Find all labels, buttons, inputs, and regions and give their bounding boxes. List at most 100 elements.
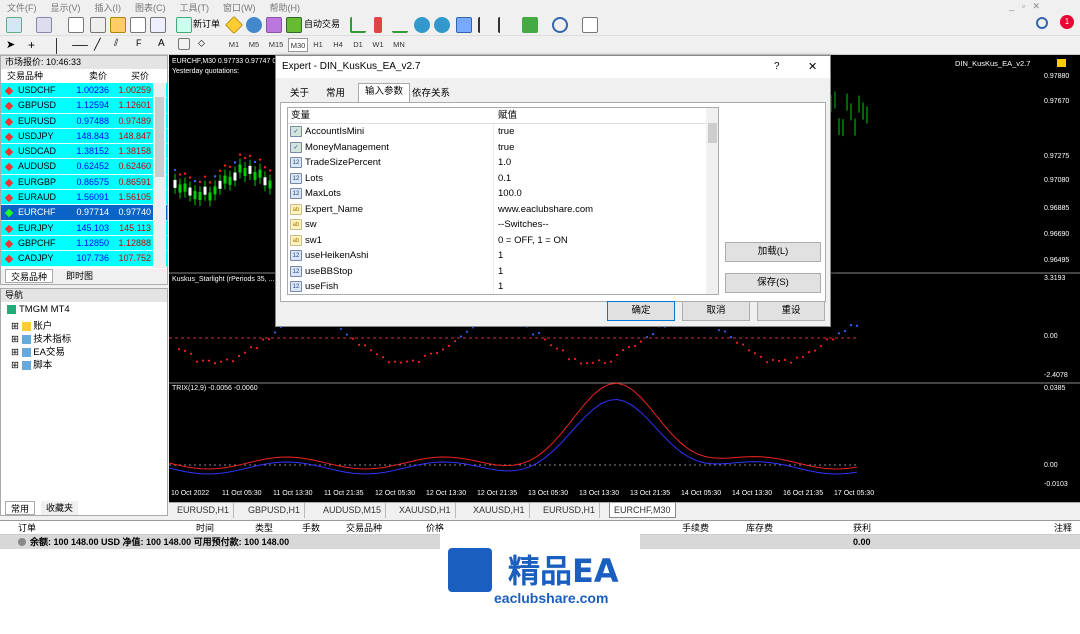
tf-m30[interactable]: M30 (288, 38, 308, 52)
param-row[interactable]: ab sw1 0 = OFF, 1 = ON (288, 232, 718, 249)
periods-icon[interactable] (552, 17, 568, 33)
terminal-col-header[interactable]: 类型 (255, 521, 273, 535)
tester-icon[interactable] (150, 17, 166, 33)
tf-m1[interactable]: M1 (226, 38, 242, 52)
terminal-col-header[interactable]: 订单 (18, 521, 36, 535)
notification-badge[interactable]: 1 (1060, 15, 1074, 29)
nav-root[interactable]: TMGM MT4 (7, 304, 70, 315)
save-button[interactable]: 保存(S) (725, 273, 821, 293)
shapes-icon[interactable]: ⬦ (198, 38, 214, 54)
tf-m15[interactable]: M15 (266, 38, 286, 52)
param-row[interactable]: 12 useFish 1 (288, 279, 718, 294)
market-icon[interactable] (266, 17, 282, 33)
load-button[interactable]: 加载(L) (725, 242, 821, 262)
col-ask[interactable]: 买价 (131, 69, 149, 83)
zoom-in-icon[interactable] (414, 17, 430, 33)
label-tool-icon[interactable] (178, 38, 190, 50)
cancel-button[interactable]: 取消 (682, 301, 750, 321)
new-order-icon[interactable] (176, 17, 192, 33)
symbol-row[interactable]: AUDUSD 0.62452 0.62460 (1, 159, 167, 175)
chart-tab[interactable]: EURCHF,M30 (609, 503, 676, 518)
horizontal-line-icon[interactable] (72, 45, 88, 46)
chart-tab[interactable]: XAUUSD,H1 (469, 503, 530, 518)
symbol-row[interactable]: USDCHF 1.00236 1.00259 (1, 83, 167, 99)
col-value[interactable]: 赋值 (498, 108, 517, 124)
col-bid[interactable]: 卖价 (89, 69, 107, 83)
symbol-row[interactable]: CADJPY 107.736 107.752 (1, 251, 167, 267)
chart-tab[interactable]: EURUSD,H1 (173, 503, 235, 518)
param-row[interactable]: ab Expert_Name www.eaclubshare.com (288, 201, 718, 218)
param-value[interactable]: true (498, 124, 514, 140)
chart-tab[interactable]: EURUSD,H1 (539, 503, 601, 518)
zoom-out-icon[interactable] (434, 17, 450, 33)
param-row[interactable]: 12 useHeikenAshi 1 (288, 248, 718, 264)
symbol-row[interactable]: EURCHF 0.97714 0.97740 (1, 205, 167, 221)
auto-trading-button[interactable]: 自动交易 (304, 17, 340, 30)
tf-w1[interactable]: W1 (370, 38, 386, 52)
menu-tools[interactable]: 工具(T) (173, 0, 217, 15)
param-row[interactable]: 12 useBBStop 1 (288, 263, 718, 279)
menu-chart[interactable]: 图表(C) (128, 0, 173, 15)
menu-view[interactable]: 显示(V) (44, 0, 88, 15)
bar-chart-icon[interactable] (350, 17, 366, 33)
nav-item-scripts[interactable]: ⊞ 脚本 (11, 357, 52, 371)
vertical-line-icon[interactable] (56, 38, 57, 54)
text-tool-icon[interactable]: A (158, 38, 174, 54)
menu-insert[interactable]: 插入(I) (88, 0, 129, 15)
symbol-row[interactable]: EURGBP 0.86575 0.86591 (1, 174, 167, 191)
param-value[interactable]: 100.0 (498, 186, 522, 202)
search-icon[interactable] (1036, 17, 1048, 29)
signals-icon[interactable] (246, 17, 262, 33)
param-value[interactable]: www.eaclubshare.com (498, 202, 593, 218)
indicators-icon[interactable] (522, 17, 538, 33)
terminal-col-header[interactable]: 时间 (196, 521, 214, 535)
menu-help[interactable]: 帮助(H) (263, 0, 308, 15)
symbol-row[interactable]: EURJPY 145.103 145.113 (1, 220, 167, 236)
data-window-icon[interactable] (90, 17, 106, 33)
auto-trading-icon[interactable] (286, 17, 302, 33)
ok-button[interactable]: 确定 (607, 301, 675, 321)
param-value[interactable]: 0 = OFF, 1 = ON (498, 233, 568, 249)
param-value[interactable]: 1 (498, 248, 503, 264)
terminal-icon[interactable] (130, 17, 146, 33)
chart-tab[interactable]: XAUUSD,H1 (395, 503, 456, 518)
tab-symbols[interactable]: 交易品种 (5, 269, 54, 283)
reset-button[interactable]: 重设 (757, 301, 825, 321)
tf-m5[interactable]: M5 (246, 38, 262, 52)
candlestick-icon[interactable] (374, 17, 382, 33)
param-row[interactable]: 12 TradeSizePercent 1.0 (288, 155, 718, 171)
terminal-col-header[interactable]: 手数 (302, 521, 320, 535)
trendline-icon[interactable]: ╱ (94, 38, 110, 54)
param-value[interactable]: 1 (498, 279, 503, 294)
symbol-row[interactable]: USDCAD 1.38152 1.38158 (1, 144, 167, 160)
nav-item-indicators[interactable]: ⊞ 技术指标 (11, 331, 71, 345)
param-value[interactable]: true (498, 140, 514, 156)
symbol-row[interactable]: EURUSD 0.97488 0.97489 (1, 113, 167, 129)
param-row[interactable]: 12 MaxLots 100.0 (288, 186, 718, 202)
menu-window[interactable]: 窗口(W) (216, 0, 263, 15)
tab-common[interactable]: 常用 (5, 501, 36, 515)
terminal-col-header[interactable]: 交易品种 (346, 521, 382, 535)
window-controls[interactable]: _ ▫ ✕ (1009, 1, 1040, 12)
tf-h1[interactable]: H1 (310, 38, 326, 52)
param-value[interactable]: 0.1 (498, 171, 511, 187)
close-icon[interactable]: ✕ (808, 56, 817, 78)
fibonacci-icon[interactable]: F (136, 38, 152, 54)
tf-mn[interactable]: MN (390, 38, 408, 52)
param-value[interactable]: --Switches-- (498, 217, 549, 233)
tf-h4[interactable]: H4 (330, 38, 346, 52)
nav-item-experts[interactable]: ⊞ EA交易 (11, 344, 65, 358)
symbol-row[interactable]: USDJPY 148.843 148.847 (1, 128, 167, 145)
navigator-icon[interactable] (110, 17, 126, 33)
chart-tab[interactable]: GBPUSD,H1 (244, 503, 306, 518)
line-chart-icon[interactable] (392, 17, 408, 33)
chart-tab[interactable]: AUDUSD,M15 (319, 503, 387, 518)
help-button[interactable]: ? (774, 56, 780, 78)
channel-icon[interactable]: ⫽ (114, 38, 130, 54)
params-scrollbar[interactable] (706, 108, 718, 294)
symbol-row[interactable]: GBPUSD 1.12594 1.12601 (1, 98, 167, 114)
tile-windows-icon[interactable] (456, 17, 472, 33)
tab-common[interactable]: 常用 (320, 86, 351, 102)
param-value[interactable]: 1.0 (498, 155, 511, 171)
terminal-col-header[interactable]: 库存费 (746, 521, 773, 535)
